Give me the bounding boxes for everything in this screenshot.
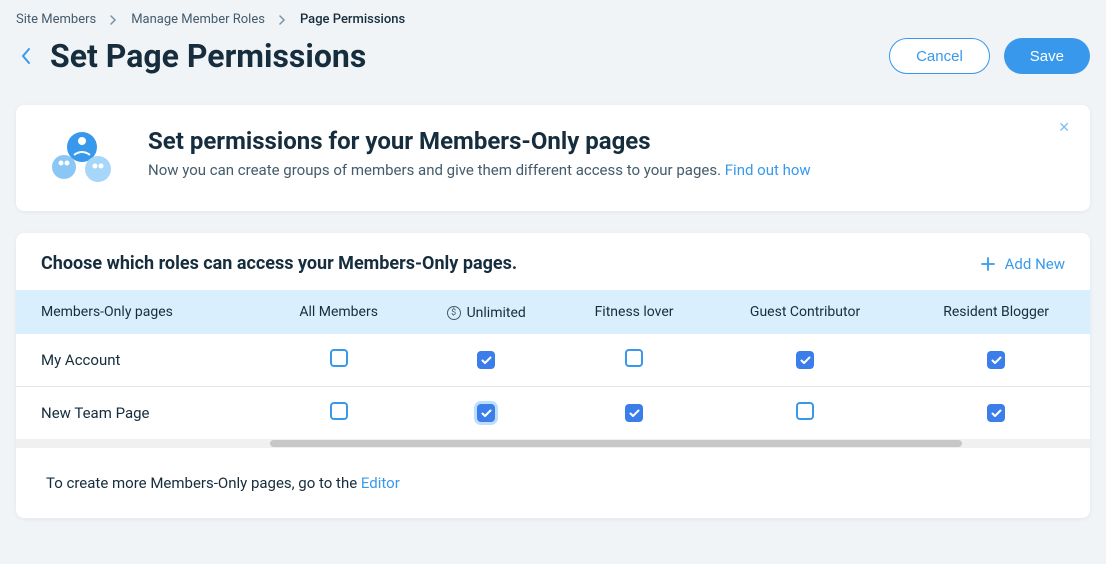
add-new-button[interactable]: Add New bbox=[981, 255, 1065, 273]
chevron-left-icon bbox=[20, 47, 32, 65]
find-out-how-link[interactable]: Find out how bbox=[725, 161, 811, 179]
cell bbox=[902, 387, 1090, 440]
cell bbox=[412, 387, 560, 440]
permission-checkbox[interactable] bbox=[477, 404, 495, 422]
cell bbox=[560, 334, 708, 387]
permission-checkbox[interactable] bbox=[987, 404, 1005, 422]
footer-note: To create more Members-Only pages, go to… bbox=[16, 448, 1090, 518]
table-row: My Account bbox=[16, 334, 1090, 387]
editor-link[interactable]: Editor bbox=[361, 474, 400, 492]
plus-icon bbox=[981, 257, 995, 271]
column-header-role: Fitness lover bbox=[560, 290, 708, 334]
save-button[interactable]: Save bbox=[1004, 38, 1090, 74]
close-icon[interactable]: ✕ bbox=[1058, 121, 1070, 135]
permissions-table-card: Choose which roles can access your Membe… bbox=[16, 233, 1090, 518]
dollar-icon: $ bbox=[447, 306, 461, 320]
info-banner: Set permissions for your Members-Only pa… bbox=[16, 105, 1090, 211]
breadcrumb-link[interactable]: Manage Member Roles bbox=[131, 12, 265, 27]
breadcrumb: Site Members Manage Member Roles Page Pe… bbox=[16, 12, 1090, 27]
chevron-right-icon bbox=[110, 15, 117, 25]
permission-checkbox[interactable] bbox=[625, 404, 643, 422]
cell bbox=[708, 334, 902, 387]
info-body: Now you can create groups of members and… bbox=[148, 161, 811, 179]
info-title: Set permissions for your Members-Only pa… bbox=[148, 127, 811, 155]
permission-checkbox[interactable] bbox=[330, 349, 348, 367]
horizontal-scrollbar[interactable] bbox=[16, 439, 1090, 448]
cell bbox=[265, 387, 412, 440]
cell bbox=[708, 387, 902, 440]
cell bbox=[560, 387, 708, 440]
cancel-button[interactable]: Cancel bbox=[889, 38, 990, 74]
column-header-role: Resident Blogger bbox=[902, 290, 1090, 334]
column-header-role: Guest Contributor bbox=[708, 290, 902, 334]
page-title: Set Page Permissions bbox=[50, 37, 366, 75]
permission-checkbox[interactable] bbox=[987, 351, 1005, 369]
permission-checkbox[interactable] bbox=[625, 349, 643, 367]
chevron-right-icon bbox=[279, 15, 286, 25]
page-name-cell: My Account bbox=[16, 334, 265, 387]
breadcrumb-link[interactable]: Site Members bbox=[16, 12, 96, 27]
permission-checkbox[interactable] bbox=[796, 402, 814, 420]
members-illustration-icon bbox=[46, 127, 118, 189]
permission-checkbox[interactable] bbox=[330, 402, 348, 420]
permission-checkbox[interactable] bbox=[477, 351, 495, 369]
cell bbox=[265, 334, 412, 387]
permissions-table: Members-Only pages All Members $Unlimite… bbox=[16, 290, 1090, 439]
table-heading: Choose which roles can access your Membe… bbox=[41, 253, 517, 274]
page-name-cell: New Team Page bbox=[16, 387, 265, 440]
permission-checkbox[interactable] bbox=[796, 351, 814, 369]
column-header-all-members: All Members bbox=[265, 290, 412, 334]
column-header-pages: Members-Only pages bbox=[16, 290, 265, 334]
cell bbox=[902, 334, 1090, 387]
cell bbox=[412, 334, 560, 387]
back-button[interactable] bbox=[16, 46, 36, 66]
table-row: New Team Page bbox=[16, 387, 1090, 440]
column-header-role: $Unlimited bbox=[412, 290, 560, 334]
breadcrumb-current: Page Permissions bbox=[300, 12, 405, 27]
